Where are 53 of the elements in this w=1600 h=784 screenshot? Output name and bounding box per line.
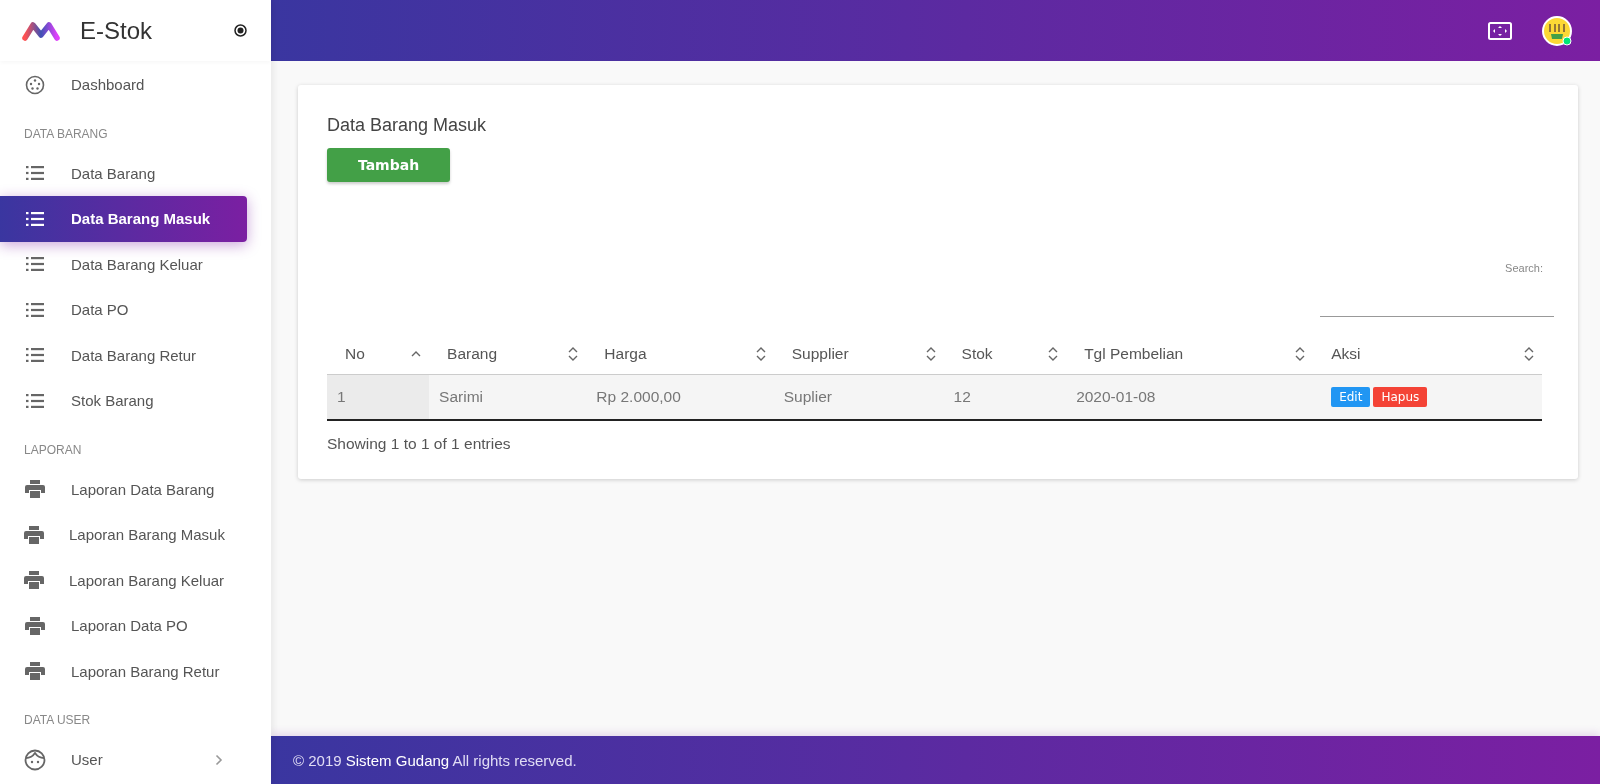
search-label: Search: bbox=[1505, 262, 1543, 274]
column-header[interactable]: Harga bbox=[586, 335, 774, 375]
printer-icon bbox=[25, 480, 45, 499]
brand-title: E-Stok bbox=[80, 16, 154, 45]
table-cell: 1 bbox=[327, 374, 430, 420]
sidebar-item[interactable]: Laporan Barang Keluar bbox=[0, 557, 247, 603]
list-icon bbox=[26, 348, 44, 363]
sidebar-item[interactable]: Laporan Data PO bbox=[0, 603, 247, 649]
sidebar-item[interactable]: Stok Barang bbox=[0, 378, 247, 424]
sidebar-item[interactable]: Dashboard bbox=[0, 62, 247, 108]
table-cell: Sarimi bbox=[429, 374, 587, 420]
section-header: DATA BARANG bbox=[23, 125, 109, 143]
delete-button[interactable]: Hapus bbox=[1373, 387, 1428, 407]
radio-toggle-icon[interactable] bbox=[234, 24, 247, 37]
column-header[interactable]: Tgl Pembelian bbox=[1066, 335, 1314, 375]
chevron-icon bbox=[215, 753, 223, 766]
list-icon bbox=[26, 393, 44, 408]
column-header[interactable]: Stok bbox=[943, 335, 1067, 375]
table-cell: Rp 2.000,00 bbox=[586, 374, 774, 420]
logo-icon bbox=[22, 20, 60, 41]
card-title: Data Barang Masuk bbox=[327, 115, 488, 136]
column-header[interactable]: No bbox=[327, 335, 430, 375]
list-icon bbox=[26, 211, 44, 226]
list-icon bbox=[26, 257, 44, 272]
section-header: LAPORAN bbox=[23, 441, 83, 459]
column-header[interactable]: Barang bbox=[429, 335, 587, 375]
column-header[interactable]: Supplier bbox=[773, 335, 944, 375]
sidebar-item[interactable]: Data PO bbox=[0, 287, 247, 333]
list-icon bbox=[26, 166, 44, 181]
sidebar-item[interactable]: Data Barang Masuk bbox=[0, 196, 247, 242]
printer-icon bbox=[25, 616, 45, 635]
sidebar-item[interactable]: Data Barang Retur bbox=[0, 332, 247, 378]
sidebar-item[interactable]: Data Barang Keluar bbox=[0, 241, 247, 287]
sidebar-item[interactable]: Data Barang bbox=[0, 150, 247, 196]
table-cell: Suplier bbox=[773, 374, 944, 420]
dashboard-icon bbox=[25, 74, 45, 95]
fullscreen-icon[interactable] bbox=[1488, 21, 1512, 40]
sidebar-item[interactable]: Laporan Barang Masuk bbox=[0, 512, 247, 558]
table-cell: 12 bbox=[943, 374, 1067, 420]
face-icon bbox=[24, 748, 46, 771]
sidebar-item[interactable]: Laporan Barang Retur bbox=[0, 648, 247, 694]
sidebar-item[interactable]: Laporan Data Barang bbox=[0, 466, 247, 512]
section-header: DATA USER bbox=[23, 712, 92, 729]
list-icon bbox=[26, 302, 44, 317]
table-info: Showing 1 to 1 of 1 entries bbox=[327, 435, 512, 453]
column-header[interactable]: Aksi bbox=[1313, 335, 1542, 375]
printer-icon bbox=[25, 662, 45, 681]
table-cell: 2020-01-08 bbox=[1066, 374, 1314, 420]
printer-icon bbox=[24, 571, 44, 590]
avatar-emoji-icon[interactable] bbox=[1542, 15, 1572, 46]
sidebar-item[interactable]: User bbox=[0, 737, 247, 783]
printer-icon bbox=[24, 525, 44, 544]
footer-copyright: © 2019 Sistem Gudang All rights reserved. bbox=[293, 751, 577, 769]
